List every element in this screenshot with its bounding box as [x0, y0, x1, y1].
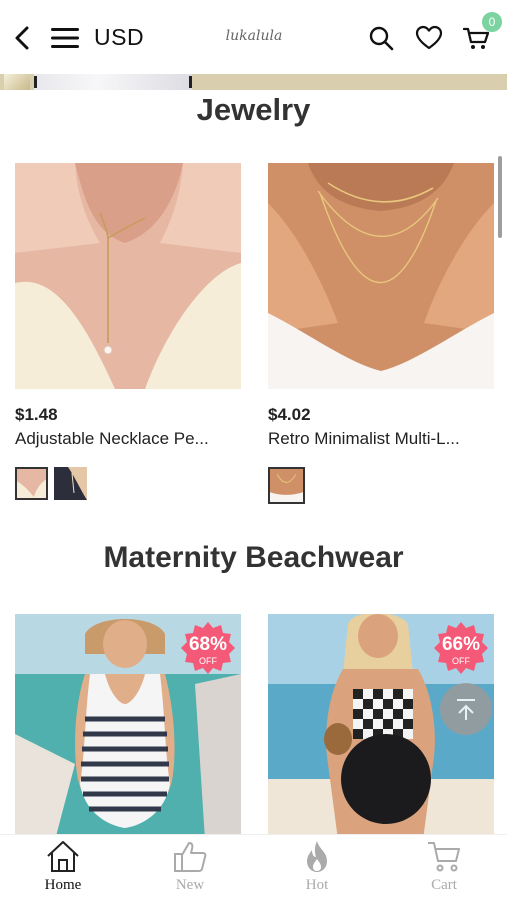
banner-image-left: [4, 74, 30, 90]
color-swatch[interactable]: [54, 467, 87, 500]
menu-icon[interactable]: [50, 26, 80, 50]
discount-off-label: OFF: [452, 656, 470, 666]
section-title-maternity-beachwear: Maternity Beachwear: [103, 541, 404, 574]
tab-home[interactable]: Home: [0, 835, 126, 901]
discount-percent: 66%: [441, 634, 481, 655]
product-price: $4.02: [268, 405, 311, 424]
product-image-necklace[interactable]: [15, 163, 241, 389]
tab-new-label: New: [175, 877, 205, 893]
tab-cart[interactable]: Cart: [381, 835, 507, 901]
color-swatch[interactable]: [15, 467, 48, 500]
scroll-to-top-button[interactable]: [440, 683, 492, 735]
home-icon: [47, 841, 79, 872]
thumbs-up-icon: [174, 842, 207, 872]
product-name[interactable]: Adjustable Necklace Pe...: [15, 429, 241, 449]
product-card[interactable]: $4.02 Retro Minimalist Multi-L...: [268, 163, 494, 504]
cart-icon: [428, 842, 460, 872]
product-price: $1.48: [15, 405, 58, 424]
product-name[interactable]: Retro Minimalist Multi-L...: [268, 429, 494, 449]
tab-home-label: Home: [44, 877, 82, 893]
bottom-navigation: Home New Hot Cart: [0, 834, 507, 901]
search-icon[interactable]: [368, 25, 394, 51]
brand-logo[interactable]: lukalula: [222, 28, 286, 44]
arrow-up-icon: [457, 699, 475, 720]
flame-icon: [307, 841, 327, 872]
back-arrow-icon[interactable]: [10, 22, 34, 54]
discount-badge: 66% OFF: [433, 620, 489, 676]
tab-hot[interactable]: Hot: [254, 835, 380, 901]
currency-selector[interactable]: USD: [94, 24, 144, 51]
wishlist-heart-icon[interactable]: [415, 25, 443, 51]
tab-cart-label: Cart: [431, 877, 457, 893]
product-card[interactable]: $1.48 Adjustable Necklace Pe...: [15, 163, 241, 500]
product-card[interactable]: 68% OFF: [15, 614, 241, 840]
discount-percent: 68%: [188, 634, 228, 655]
discount-badge: 68% OFF: [180, 620, 236, 676]
scrollbar[interactable]: [498, 156, 502, 238]
cart-count-badge: 0: [482, 12, 502, 32]
top-header: USD lukalula 0: [0, 0, 507, 76]
banner-strip[interactable]: [0, 74, 507, 90]
color-swatch[interactable]: [268, 467, 305, 504]
tab-hot-label: Hot: [305, 877, 329, 893]
banner-divider: [34, 76, 37, 88]
banner-image-center: [34, 74, 192, 90]
tab-new[interactable]: New: [127, 835, 253, 901]
discount-off-label: OFF: [199, 656, 217, 666]
banner-divider: [189, 76, 192, 88]
section-title-jewelry: Jewelry: [196, 92, 311, 127]
product-image-layered-necklace[interactable]: [268, 163, 494, 389]
